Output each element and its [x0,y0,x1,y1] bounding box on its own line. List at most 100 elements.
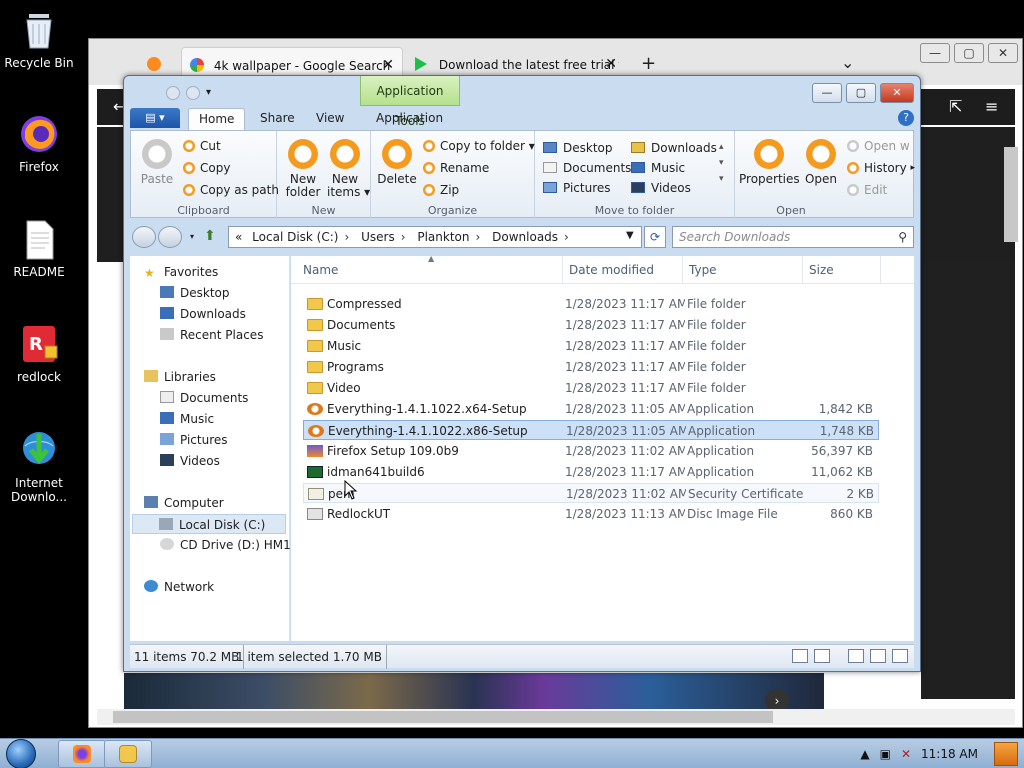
ribbon-scroll-right-icon[interactable]: ▸ [910,163,915,173]
copy-button[interactable]: Copy [183,161,230,175]
nav-computer[interactable]: Computer [144,493,304,513]
maximize-button[interactable]: ▢ [846,83,876,103]
column-date-modified[interactable]: Date modified [563,256,683,284]
page-scrollbar-thumb[interactable] [1004,147,1018,242]
list-all-tabs-icon[interactable]: ⌄ [841,53,854,72]
move-to-pictures[interactable]: Pictures [543,181,611,195]
close-tab-icon[interactable]: ✕ [382,57,394,73]
new-tab-button[interactable]: + [641,53,656,74]
details-pane-icon[interactable] [870,649,886,663]
column-size[interactable]: Size [803,256,881,284]
breadcrumb-local-disk[interactable]: Local Disk (C:) [252,230,338,244]
history-button[interactable]: History [847,161,907,175]
move-to-music[interactable]: Music [631,161,685,175]
forward-button[interactable] [158,226,182,248]
file-row[interactable]: Music 1/28/2023 11:17 AM File folder [303,336,879,356]
copy-as-path-button[interactable]: Copy as path [183,183,279,197]
file-menu-button[interactable]: ▤ ▾ [130,108,180,128]
address-dropdown-icon[interactable]: ▼ [626,230,634,241]
tab-application[interactable]: Application [366,108,453,130]
details-view-icon[interactable] [792,649,808,663]
customize-qat-icon[interactable]: ▾ [206,86,211,100]
wallpaper-thumbnails[interactable] [124,673,824,709]
new-folder-quick-icon[interactable] [186,86,200,100]
close-button[interactable]: ✕ [988,43,1018,63]
file-row[interactable]: Compressed 1/28/2023 11:17 AM File folder [303,294,879,314]
move-to-desktop[interactable]: Desktop [543,141,613,155]
file-row[interactable]: Everything-1.4.1.1022.x86-Setup 1/28/2023… [303,420,879,440]
firefox-tab-icon[interactable] [147,57,161,71]
network-icon[interactable]: ▣ [880,747,891,761]
file-row[interactable]: RedlockUT 1/28/2023 11:13 AM Disc Image Fi… [303,504,879,524]
horizontal-scrollbar[interactable] [97,709,1015,725]
show-desktop-button[interactable] [994,742,1018,766]
chevron-right-icon[interactable]: › [344,230,349,244]
file-row[interactable]: pem 1/28/2023 11:02 AM Security Certificat… [303,483,879,503]
chevron-right-icon[interactable]: › [564,230,569,244]
taskbar-explorer[interactable] [104,740,152,768]
chevron-right-icon[interactable]: › [476,230,481,244]
move-to-videos[interactable]: Videos [631,181,691,195]
taskbar-firefox[interactable] [58,740,106,768]
desktop-icon-redlock[interactable]: R redlock [4,322,74,384]
edit-button[interactable]: Edit [847,183,887,197]
delete-button[interactable]: Delete [377,139,417,186]
start-button[interactable] [6,739,46,768]
tab-home[interactable]: Home [188,108,246,130]
file-row[interactable]: Firefox Setup 109.0b9 1/28/2023 11:02 AM A… [303,441,879,461]
minimize-button[interactable]: — [920,43,950,63]
nav-cd-drive[interactable]: CD Drive (D:) HM1C [160,535,290,555]
breadcrumb-plankton[interactable]: Plankton [417,230,469,244]
desktop-icon-readme[interactable]: README [4,217,74,279]
close-button[interactable]: ✕ [880,83,914,103]
address-bar[interactable]: « Local Disk (C:) › Users › Plankton › Down… [228,226,642,248]
minimize-button[interactable]: — [812,83,842,103]
up-arrow-icon[interactable]: ⬆ [204,228,216,244]
menu-icon[interactable]: ≡ [985,97,998,116]
zip-button[interactable]: Zip [423,183,459,197]
back-button[interactable] [132,226,156,248]
show-hidden-icons-arrow[interactable]: ▲ [860,747,869,761]
nav-network[interactable]: Network [144,577,304,597]
cut-button[interactable]: Cut [183,139,221,153]
new-items-button[interactable]: New items ▾ [327,139,370,199]
nav-local-disk[interactable]: Local Disk (C:) [132,514,286,534]
open-button[interactable]: Open [801,139,841,186]
nav-libraries[interactable]: Libraries [144,367,304,387]
rename-button[interactable]: Rename [423,161,489,175]
paste-button[interactable]: Paste [137,139,177,186]
move-to-documents[interactable]: Documents [543,161,631,175]
navigation-pane-icon[interactable] [892,649,908,663]
extensions-icon[interactable]: ⇱ [949,97,962,116]
search-input[interactable]: Search Downloads ⚲ [672,226,914,248]
column-type[interactable]: Type [683,256,803,284]
refresh-icon[interactable]: ⟳ [644,226,666,248]
breadcrumb-downloads[interactable]: Downloads [492,230,558,244]
move-to-downloads[interactable]: Downloads [631,141,717,155]
copy-to-folder-button[interactable]: Copy to folder ▾ [423,139,535,153]
preview-pane-icon[interactable] [848,649,864,663]
file-row[interactable]: Everything-1.4.1.1022.x64-Setup 1/28/2023… [303,399,879,419]
help-icon[interactable]: ? [898,110,914,126]
desktop-icon-firefox[interactable]: Firefox [4,112,74,174]
properties-quick-icon[interactable] [166,86,180,100]
desktop-icon-idm[interactable]: Internet Downlo... [4,428,74,504]
clock[interactable]: 11:18 AM [921,747,978,761]
tab-share[interactable]: Share [250,108,305,130]
file-row[interactable]: Video 1/28/2023 11:17 AM File folder [303,378,879,398]
file-row[interactable]: idman641build6 1/28/2023 11:17 AM Applicat… [303,462,879,482]
maximize-button[interactable]: ▢ [954,43,984,63]
open-with-button[interactable]: Open w [847,139,910,153]
file-row[interactable]: Programs 1/28/2023 11:17 AM File folder [303,357,879,377]
breadcrumb-overflow[interactable]: « [235,230,242,244]
breadcrumb-users[interactable]: Users [361,230,395,244]
chevron-right-icon[interactable]: › [401,230,406,244]
desktop-icon-recycle-bin[interactable]: Recycle Bin [4,8,74,70]
properties-button[interactable]: Properties [739,139,800,186]
nav-favorites[interactable]: ★ Favorites [144,262,304,282]
new-folder-button[interactable]: New folder [285,139,321,199]
scrollbar-thumb[interactable] [113,711,773,723]
close-tab-icon[interactable]: ✕ [605,56,617,72]
tab-view[interactable]: View [306,108,354,130]
volume-muted-icon[interactable]: ✕ [901,747,911,761]
